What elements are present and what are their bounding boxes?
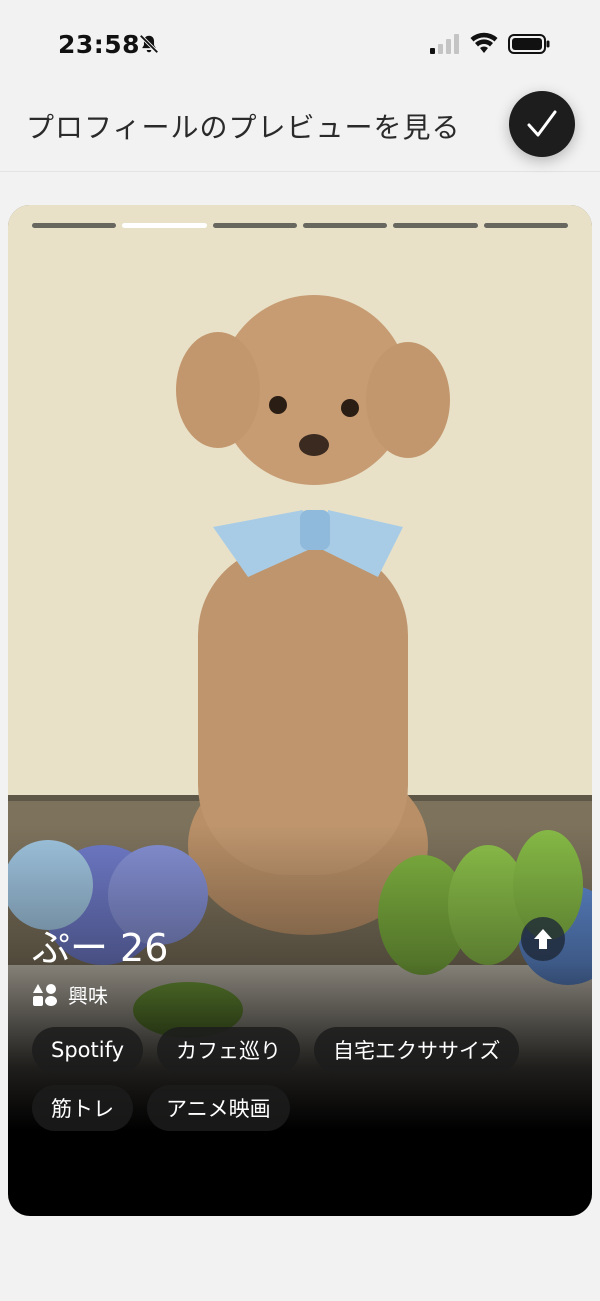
interests-heading: 興味	[32, 980, 108, 1009]
interest-chip: Spotify	[32, 1027, 144, 1073]
checkmark-icon	[527, 110, 557, 137]
bell-muted-icon	[139, 34, 159, 54]
progress-segment	[212, 223, 297, 228]
progress-segment	[302, 223, 388, 228]
bottom-gradient	[8, 825, 592, 1216]
progress-segment	[32, 223, 117, 228]
interest-chip: カフェ巡り	[157, 1027, 301, 1073]
profile-card[interactable]: ぷー 26 興味 Spotify カフェ巡り 自宅エクササイズ 筋トレ アニメ映画	[8, 205, 592, 1216]
expand-profile-button[interactable]	[521, 917, 565, 961]
interests-label: 興味	[68, 984, 108, 1008]
wifi-icon	[470, 32, 498, 53]
profile-name-age: ぷー 26	[32, 917, 180, 972]
progress-segment	[483, 223, 568, 228]
cellular-signal-icon	[430, 34, 459, 54]
interest-chip: 自宅エクササイズ	[314, 1027, 520, 1073]
interest-chip: アニメ映画	[147, 1085, 290, 1131]
progress-segment-active	[122, 223, 207, 228]
profile-age: 26	[120, 926, 169, 970]
arrow-up-icon	[534, 929, 552, 949]
done-button[interactable]	[509, 91, 575, 157]
photo-progress	[32, 223, 568, 228]
battery-icon	[508, 34, 550, 54]
progress-segment	[393, 223, 478, 228]
interest-chips: Spotify カフェ巡り 自宅エクササイズ 筋トレ アニメ映画	[32, 1027, 572, 1131]
status-time: 23:58	[58, 30, 141, 59]
interest-chip: 筋トレ	[32, 1085, 133, 1131]
interests-icon	[33, 983, 57, 1006]
page-title: プロフィールのプレビューを見る	[26, 111, 461, 144]
status-bar: 23:58	[0, 0, 600, 90]
profile-name: ぷー	[32, 926, 109, 970]
